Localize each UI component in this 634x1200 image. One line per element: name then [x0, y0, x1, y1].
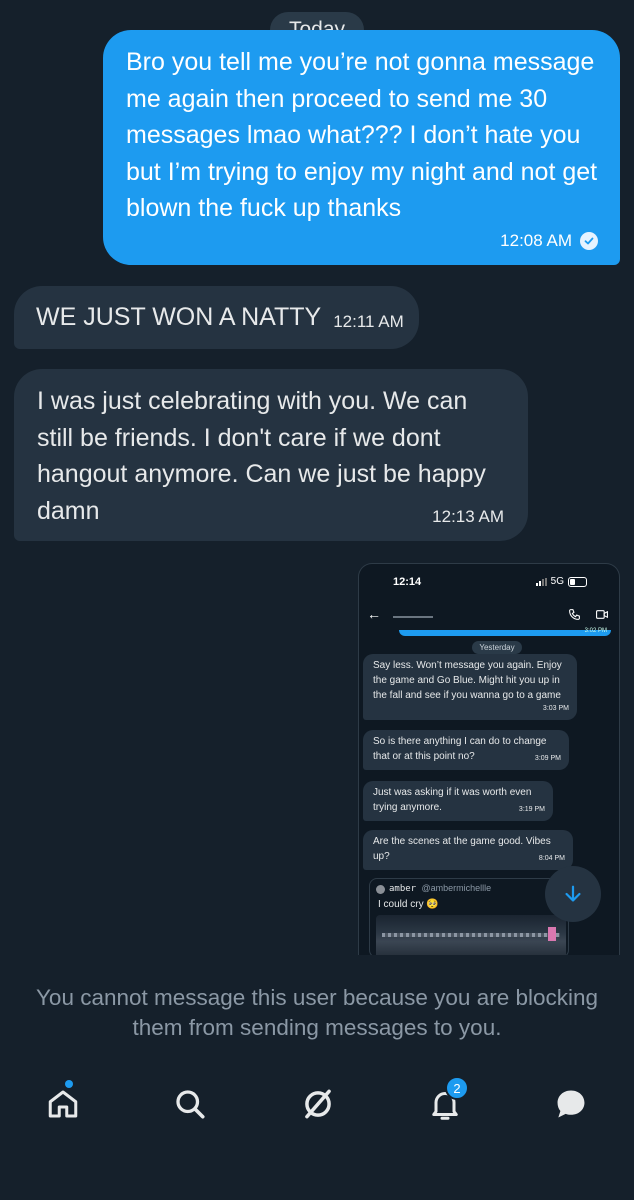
arrow-down-icon: [565, 885, 581, 902]
sent-message-bubble[interactable]: Bro you tell me you’re not gonna message…: [103, 30, 620, 265]
tweet-text: I could cry 🥺: [378, 899, 439, 910]
scroll-to-bottom-button[interactable]: [545, 866, 601, 922]
home-icon: [48, 1090, 78, 1118]
tweet-author-name: amber: [389, 884, 417, 894]
message-text: Bro you tell me you’re not gonna message…: [126, 48, 598, 222]
tab-notifications[interactable]: 2: [425, 1076, 469, 1124]
message-time: 3:02 PM: [584, 628, 607, 634]
messages-icon: [557, 1090, 585, 1118]
message-time: 3:19 PM: [518, 806, 545, 813]
redacted-name: [393, 616, 433, 618]
previous-sent-bubble: [399, 630, 611, 636]
message-time: 12:11 AM: [333, 312, 404, 332]
date-divider: Yesterday: [472, 641, 522, 654]
back-arrow-icon: ←: [367, 606, 381, 622]
status-time: 12:14: [393, 576, 422, 588]
quoted-tweet-card: amber @ambermichellle I could cry 🥺: [369, 878, 569, 955]
notification-dot: [65, 1080, 73, 1088]
network-label: 5G: [550, 576, 564, 587]
battery-icon: [568, 576, 587, 587]
tweet-author-handle: @ambermichellle: [421, 883, 492, 893]
conversation-header: ←: [359, 606, 619, 628]
video-icon: [596, 610, 608, 619]
tab-grok[interactable]: [298, 1084, 338, 1124]
received-message-bubble: Say less. Won’t message you again. Enjoy…: [363, 654, 577, 720]
bottom-tab-bar: 2: [0, 1070, 634, 1140]
message-time: 8:04 PM: [538, 855, 565, 862]
message-time: 12:13 AM: [432, 507, 504, 526]
message-time: 3:09 PM: [534, 755, 561, 762]
phone-icon: [569, 609, 580, 620]
received-message-bubble[interactable]: WE JUST WON A NATTY 12:11 AM: [14, 286, 419, 349]
tab-search[interactable]: [170, 1084, 210, 1124]
message-text: WE JUST WON A NATTY: [36, 303, 322, 332]
blocked-notice: You cannot message this user because you…: [35, 985, 599, 1040]
status-bar: 12:14 5G: [359, 576, 619, 592]
notification-count-badge: 2: [445, 1076, 469, 1100]
search-icon: [176, 1090, 205, 1119]
received-message-bubble: Are the scenes at the game good. Vibes u…: [363, 830, 573, 870]
message-text: Just was asking if it was worth even try…: [373, 787, 532, 813]
received-message-bubble: So is there anything I can do to change …: [363, 730, 569, 770]
message-time: 3:03 PM: [542, 705, 569, 712]
message-time: 12:08 AM: [500, 231, 572, 250]
tweet-image: [376, 915, 566, 955]
received-message-bubble: Just was asking if it was worth even try…: [363, 781, 553, 821]
signal-icon: [535, 577, 547, 586]
message-text: Say less. Won’t message you again. Enjoy…: [373, 660, 562, 701]
message-text: Are the scenes at the game good. Vibes u…: [373, 836, 551, 862]
grok-icon: [305, 1089, 331, 1119]
avatar: [376, 885, 385, 894]
tab-messages[interactable]: [551, 1084, 591, 1124]
tab-home[interactable]: [43, 1080, 83, 1124]
received-message-bubble[interactable]: I was just celebrating with you. We can …: [14, 369, 528, 541]
message-text: So is there anything I can do to change …: [373, 736, 547, 762]
read-check-icon: [580, 232, 598, 250]
